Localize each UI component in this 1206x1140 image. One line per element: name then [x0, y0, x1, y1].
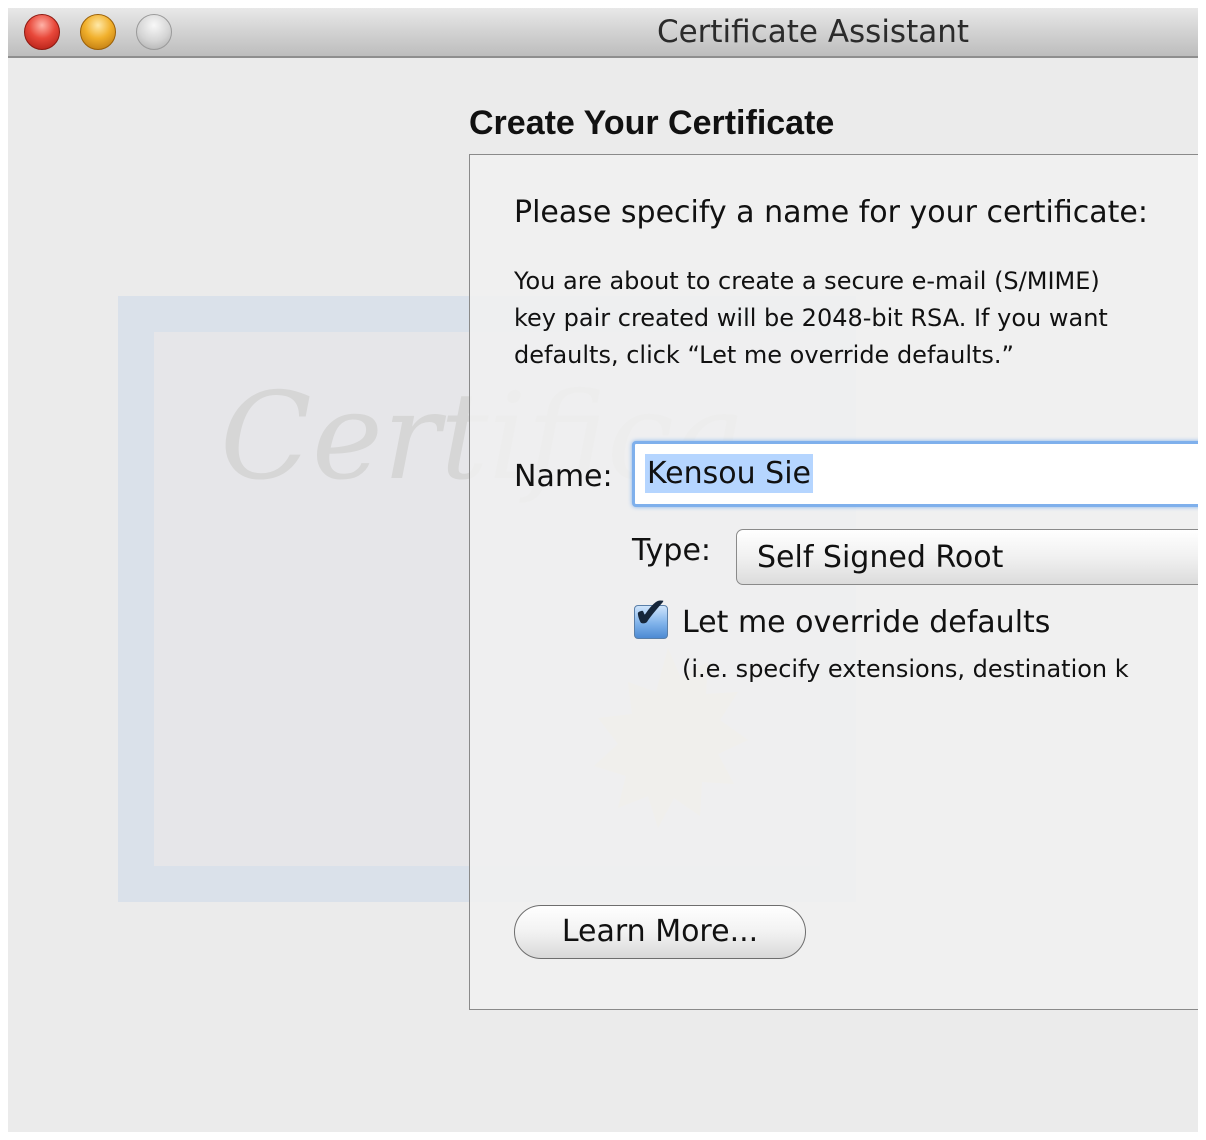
certificate-assistant-window: Certificate Assistant Certifica Create Y…: [8, 8, 1198, 1132]
page-heading: Create Your Certificate: [469, 104, 835, 142]
window-title: Certificate Assistant: [656, 14, 970, 50]
checkmark-icon: ✔: [633, 588, 669, 637]
override-defaults-hint: (i.e. specify extensions, destination k: [682, 655, 1129, 683]
name-label: Name:: [514, 459, 613, 494]
name-prompt: Please specify a name for your certifica…: [514, 195, 1148, 230]
description-text: You are about to create a secure e-mail …: [514, 267, 1108, 369]
name-input[interactable]: Kensou Sie: [632, 441, 1198, 507]
certificate-form-panel: Please specify a name for your certifica…: [469, 154, 1198, 1010]
name-input-value: Kensou Sie: [645, 454, 814, 493]
type-select-value: Self Signed Root: [757, 540, 1004, 575]
override-defaults-label[interactable]: Let me override defaults: [682, 605, 1050, 640]
title-bar[interactable]: Certificate Assistant: [8, 8, 1198, 58]
type-label: Type:: [632, 533, 712, 568]
override-defaults-checkbox[interactable]: ✔: [633, 592, 668, 639]
learn-more-button[interactable]: Learn More...: [514, 905, 806, 959]
type-select[interactable]: Self Signed Root: [736, 529, 1198, 585]
